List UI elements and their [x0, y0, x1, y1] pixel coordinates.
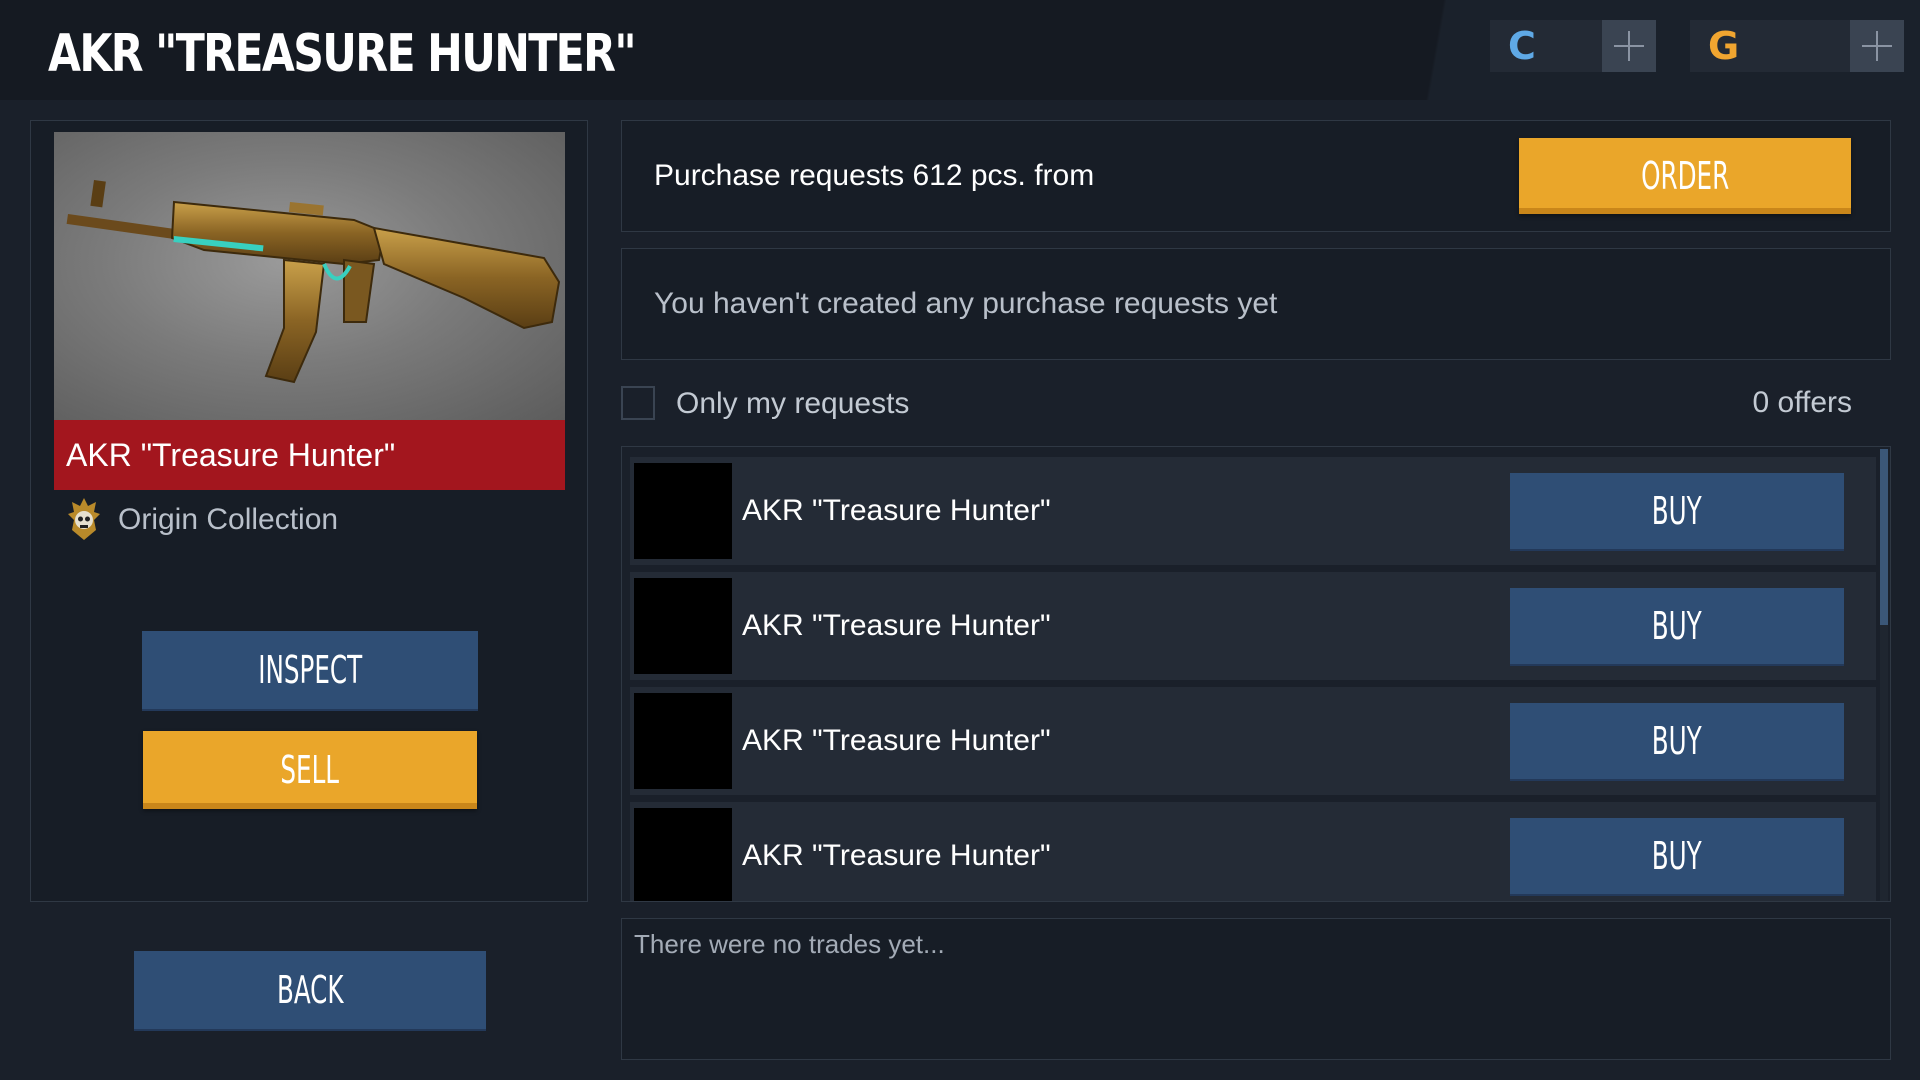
listing-name: AKR "Treasure Hunter" [742, 609, 1051, 642]
purchase-summary-text: Purchase requests 612 pcs. from [654, 159, 1095, 192]
listing-name: AKR "Treasure Hunter" [742, 494, 1051, 527]
only-my-requests-checkbox[interactable] [621, 386, 655, 420]
sell-button-label: SELL [280, 748, 340, 792]
order-button-label: ORDER [1640, 154, 1730, 198]
sell-button[interactable]: SELL [143, 731, 477, 809]
top-bar: AKR "TREASURE HUNTER" C G [0, 0, 1920, 100]
rifle-illustration [66, 180, 561, 384]
inspect-button[interactable]: INSPECT [142, 631, 478, 709]
item-name: AKR "Treasure Hunter" [66, 437, 396, 473]
back-button[interactable]: BACK [134, 951, 486, 1029]
buy-button[interactable]: BUY [1510, 818, 1844, 894]
listing-thumbnail [634, 463, 732, 559]
offers-count: 0 offers [1752, 386, 1852, 419]
gold-icon: G [1708, 24, 1740, 68]
item-name-bar: AKR "Treasure Hunter" [54, 420, 565, 490]
collection-skull-icon [68, 498, 100, 540]
credits-icon: C [1508, 24, 1536, 68]
page-title: AKR "TREASURE HUNTER" [48, 24, 637, 84]
listing-thumbnail [634, 693, 732, 789]
my-requests-box: You haven't created any purchase request… [621, 248, 1891, 360]
listing-name: AKR "Treasure Hunter" [742, 724, 1051, 757]
listing-thumbnail [634, 578, 732, 674]
add-gold-button[interactable] [1850, 20, 1904, 72]
item-image [54, 132, 565, 420]
buy-button[interactable]: BUY [1510, 473, 1844, 549]
order-button[interactable]: ORDER [1519, 138, 1851, 214]
only-my-requests-label: Only my requests [676, 387, 910, 420]
buy-button[interactable]: BUY [1510, 588, 1844, 664]
currency-gold: G [1690, 20, 1904, 72]
listing-row: AKR "Treasure Hunter" BUY [630, 457, 1876, 565]
buy-button-label: BUY [1652, 834, 1702, 878]
buy-button-label: BUY [1652, 604, 1702, 648]
listing-row: AKR "Treasure Hunter" BUY [630, 572, 1876, 680]
add-credits-button[interactable] [1602, 20, 1656, 72]
currency-credits: C [1490, 20, 1656, 72]
listings-list[interactable]: AKR "Treasure Hunter" BUY AKR "Treasure … [621, 446, 1891, 902]
buy-button[interactable]: BUY [1510, 703, 1844, 779]
buy-button-label: BUY [1652, 719, 1702, 763]
trades-empty-text: There were no trades yet... [634, 929, 945, 959]
buy-button-label: BUY [1652, 489, 1702, 533]
listing-thumbnail [634, 808, 732, 901]
inspect-button-label: INSPECT [258, 648, 362, 692]
collection-label: Origin Collection [118, 503, 339, 536]
listing-row: AKR "Treasure Hunter" BUY [630, 687, 1876, 795]
trades-box: There were no trades yet... [621, 918, 1891, 1060]
my-requests-empty-text: You haven't created any purchase request… [654, 287, 1278, 320]
collection-info: Origin Collection [66, 496, 338, 544]
listings-scrollbar-thumb[interactable] [1880, 449, 1888, 625]
back-button-label: BACK [276, 968, 344, 1012]
listing-row: AKR "Treasure Hunter" BUY [630, 802, 1876, 901]
listing-name: AKR "Treasure Hunter" [742, 839, 1051, 872]
